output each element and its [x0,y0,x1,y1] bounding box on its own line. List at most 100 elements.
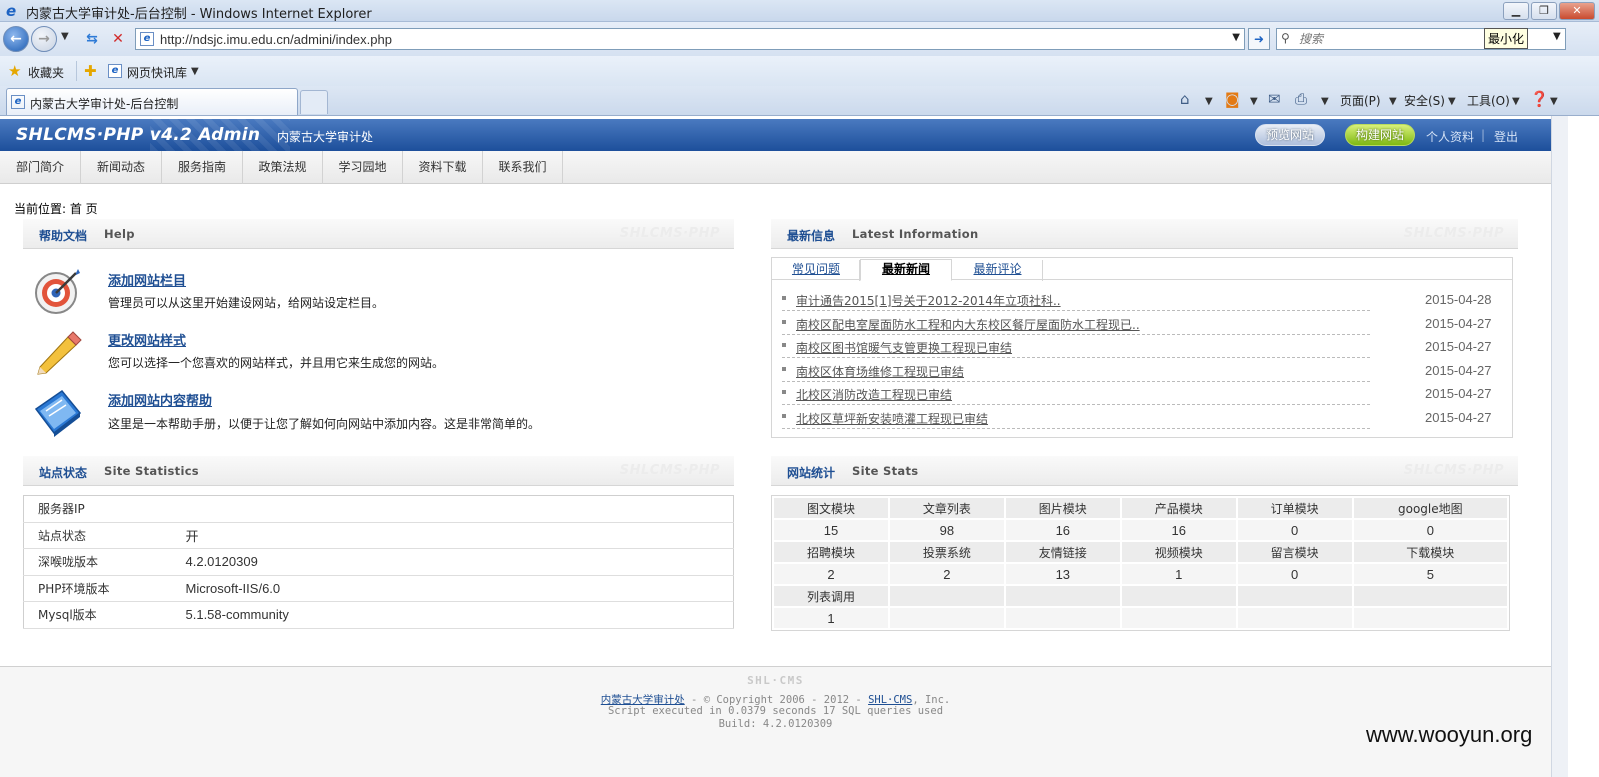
maximize-button[interactable]: ❐ [1531,2,1557,20]
vertical-scrollbar[interactable] [1551,116,1568,777]
web-slice-gallery-button[interactable]: 网页快讯库 [127,64,187,81]
footer-script-info: Script executed in 0.0379 seconds 17 SQL… [607,705,944,717]
stat-value [1237,608,1352,628]
page-menu[interactable]: 页面(P) [1340,92,1381,109]
refresh-icon[interactable]: ⇆ [82,29,102,49]
stat-label: 视频模块 [1121,542,1236,562]
address-field[interactable]: e ▼ [135,28,1245,50]
url-dropdown-icon[interactable]: ▼ [1232,32,1240,43]
news-link[interactable]: 北校区草坪新安装喷灌工程现已审结 [796,410,988,427]
profile-link[interactable]: 个人资料 [1426,128,1474,145]
search-input[interactable] [1299,31,1479,47]
tools-menu[interactable]: 工具(O) [1467,92,1510,109]
tab-latest-news[interactable]: 最新新闻 [860,259,952,281]
stat-value: 2 [889,564,1004,584]
stat-label [1121,586,1236,606]
window-title: 内蒙古大学审计处-后台控制 - Windows Internet Explore… [26,7,372,22]
feeds-dropdown-icon[interactable]: ▼ [1250,96,1258,107]
logout-link[interactable]: 登出 [1494,128,1518,145]
help-item-title[interactable]: 更改网站样式 [108,330,186,349]
news-link[interactable]: 审计通告2015[1]号关于2012-2014年立项社科.. [796,292,1061,309]
back-button[interactable]: ← [3,26,29,52]
stat-label: 文章列表 [889,498,1004,518]
page-menu-dropdown-icon[interactable]: ▼ [1389,96,1397,107]
close-window-button[interactable]: ✕ [1559,2,1595,20]
table-row: 服务器IP [23,495,734,523]
status-value [185,495,734,523]
news-link[interactable]: 北校区消防改造工程现已审结 [796,386,952,403]
stat-label [1353,586,1507,606]
safety-menu-dropdown-icon[interactable]: ▼ [1448,96,1456,107]
favorites-button[interactable]: 收藏夹 [28,64,64,81]
status-label: 站点状态 [23,522,186,549]
news-date: 2015-04-27 [1425,410,1492,425]
row-divider [782,310,1370,311]
news-item: 南校区体育场维修工程现已审结 2015-04-27 [782,359,1502,383]
preview-site-button[interactable]: 预览网站 [1255,124,1325,146]
news-link[interactable]: 南校区配电室屋面防水工程和内大东校区餐厅屋面防水工程现已.. [796,316,1140,333]
help-item-desc: 这里是一本帮助手册，以便于让您了解如何向网站中添加内容。这是非常简单的。 [108,417,541,431]
add-favorite-icon[interactable]: ✚ [84,62,97,80]
print-dropdown-icon[interactable]: ▼ [1321,96,1329,107]
tools-menu-dropdown-icon[interactable]: ▼ [1512,96,1520,107]
stat-label: 留言模块 [1237,542,1352,562]
menu-item-services[interactable]: 服务指南 [162,151,243,184]
url-input[interactable] [160,31,1220,47]
history-dropdown-icon[interactable]: ▼ [61,31,69,42]
stat-label: 招聘模块 [774,542,888,562]
favorites-star-icon[interactable]: ★ [8,62,21,80]
search-options-icon[interactable]: ▼ [1553,31,1561,42]
pencil-icon [37,331,82,375]
tab-bar: e 内蒙古大学审计处-后台控制 ⌂ ▼ ◙ ▼ ✉ ⎙ ▼ 页面(P) ▼ 安全… [0,86,1599,116]
stats-panel-watermark: SHLCMS·PHP [1403,463,1504,478]
help-dropdown-icon[interactable]: ▼ [1550,96,1558,107]
tab-latest-comments[interactable]: 最新评论 [953,260,1043,281]
menu-item-policies[interactable]: 政策法规 [243,151,323,184]
breadcrumb: 当前位置: 首 页 [14,202,98,216]
status-panel-title: 站点状态 [39,466,88,480]
stat-label: 投票系统 [889,542,1004,562]
forward-button[interactable]: → [31,26,57,52]
help-item-title[interactable]: 添加网站内容帮助 [108,390,212,409]
home-dropdown-icon[interactable]: ▼ [1205,96,1213,107]
header-separator: | [1481,128,1486,142]
tab-faq[interactable]: 常见问题 [773,260,860,281]
help-icon[interactable]: ❓ [1530,90,1549,108]
news-date: 2015-04-27 [1425,339,1492,354]
minimize-tooltip: 最小化 [1484,28,1529,49]
feeds-icon[interactable]: ◙ [1225,90,1240,108]
footer-brand: SHL·CMS [747,674,804,687]
news-item: 南校区配电室屋面防水工程和内大东校区餐厅屋面防水工程现已.. 2015-04-2… [782,312,1502,336]
stat-value: 0 [1237,564,1352,584]
help-item-desc: 管理员可以从这里开始建设网站，给网站设定栏目。 [108,296,385,310]
mail-icon[interactable]: ✉ [1268,90,1281,108]
stat-label [1237,586,1352,606]
news-link[interactable]: 南校区图书馆暖气支管更换工程现已审结 [796,339,1012,356]
safety-menu[interactable]: 安全(S) [1404,92,1445,109]
status-panel-header: 站点状态 Site Statistics SHLCMS·PHP [23,456,734,486]
stat-value: 16 [1005,520,1120,540]
news-link[interactable]: 南校区体育场维修工程现已审结 [796,363,964,380]
status-label: Mysql版本 [23,601,186,629]
help-item-title[interactable]: 添加网站栏目 [108,270,186,289]
new-tab-button[interactable] [300,90,328,114]
menu-item-about[interactable]: 部门简介 [0,151,81,184]
browser-tab-active[interactable]: e 内蒙古大学审计处-后台控制 [6,88,298,115]
go-button[interactable]: ➜ [1248,28,1270,50]
print-icon[interactable]: ⎙ [1295,90,1307,108]
menu-item-contact[interactable]: 联系我们 [483,151,563,184]
menu-item-learning[interactable]: 学习园地 [323,151,403,184]
help-panel-title: 帮助文档 [39,229,88,243]
menu-item-news[interactable]: 新闻动态 [81,151,162,184]
stop-icon[interactable]: ✕ [108,29,128,49]
home-icon[interactable]: ⌂ [1180,90,1190,108]
minimize-button[interactable]: ▁ [1503,2,1529,20]
stat-label: 图片模块 [1005,498,1120,518]
menu-item-downloads[interactable]: 资料下载 [403,151,483,184]
page-icon: e [140,32,154,46]
build-site-button[interactable]: 构建网站 [1345,124,1415,146]
web-slice-dropdown-icon[interactable]: ▼ [191,66,199,77]
web-slice-icon: e [108,64,122,78]
status-value: 4.2.0120309 [185,548,734,576]
footer-build: Build: 4.2.0120309 [718,718,833,730]
